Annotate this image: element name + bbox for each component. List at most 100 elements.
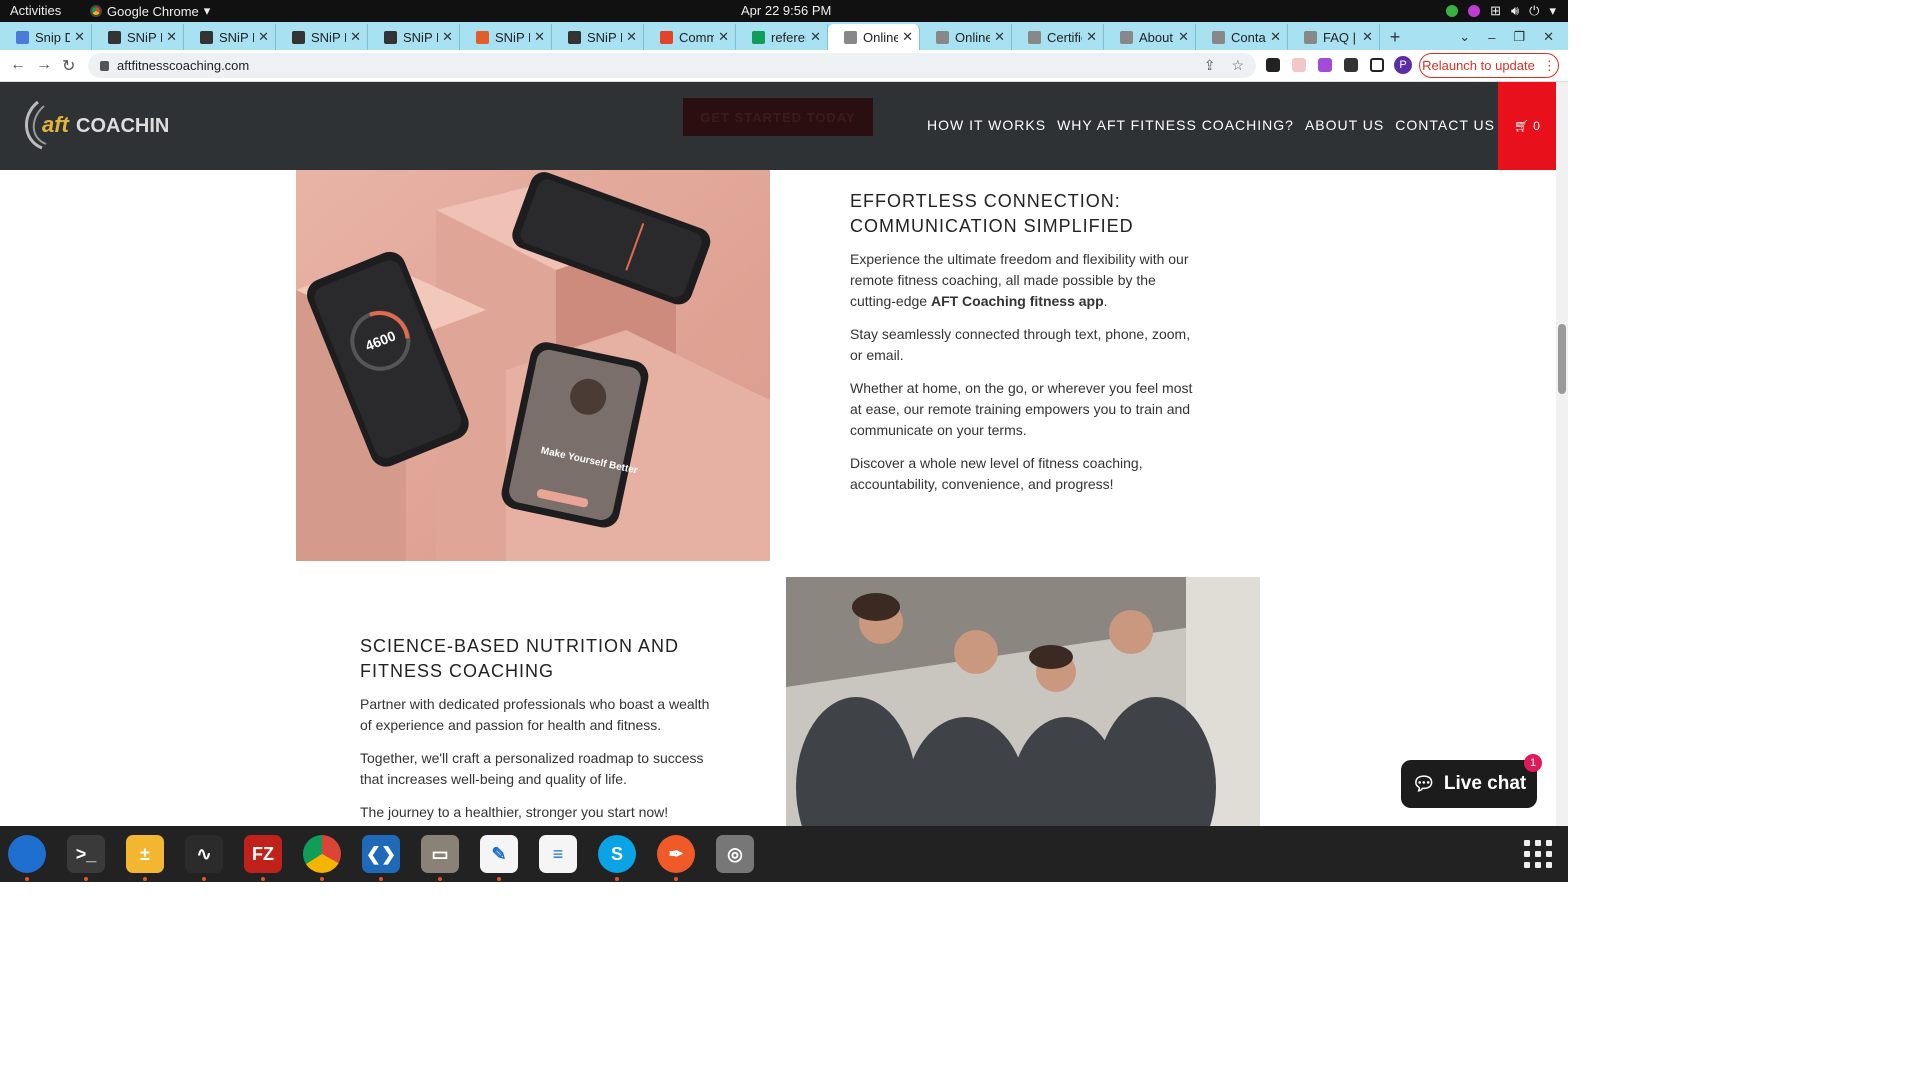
close-icon[interactable]: ✕	[1270, 29, 1281, 45]
network-icon[interactable]: ⊞	[1490, 3, 1501, 19]
back-arrow-icon[interactable]: ←	[10, 56, 26, 74]
bookmark-star-icon[interactable]: ☆	[1231, 57, 1244, 74]
live-chat-badge: 1	[1524, 754, 1542, 772]
site-header: aft COACHING GET STARTED TODAY HOW IT WO…	[0, 82, 1556, 170]
browser-tab[interactable]: SNiP N✕	[552, 24, 644, 50]
app-menu[interactable]: Google Chrome ▾	[90, 3, 210, 19]
close-icon[interactable]: ✕	[442, 29, 453, 45]
close-icon[interactable]: ✕	[1178, 29, 1189, 45]
text-editor-icon[interactable]: ✎	[480, 835, 518, 881]
close-icon[interactable]: ✕	[626, 29, 637, 45]
browser-tab[interactable]: SNiP N✕	[184, 24, 276, 50]
eyedropper-extension-icon[interactable]	[1266, 58, 1280, 72]
app-menu-label: Google Chrome	[107, 3, 199, 19]
aft-favicon	[1304, 30, 1317, 44]
clock[interactable]: Apr 22 9:56 PM	[741, 3, 831, 18]
browser-tab[interactable]: SNiP N✕	[276, 24, 368, 50]
live-chat-button[interactable]: 💬︎ Live chat	[1401, 760, 1537, 808]
tab-title: SNiP N	[311, 29, 346, 45]
browser-tab[interactable]: SNiP N✕	[368, 24, 460, 50]
system-monitor-icon[interactable]: ∿	[185, 835, 223, 881]
browser-tab[interactable]: FAQ | C✕	[1288, 24, 1380, 50]
calculator-icon[interactable]: ±	[126, 835, 164, 881]
close-icon[interactable]: ✕	[350, 29, 361, 45]
new-tab-button[interactable]: +	[1380, 24, 1410, 50]
close-icon[interactable]: ✕	[534, 29, 545, 45]
cart-count: 0	[1533, 119, 1540, 133]
site-logo[interactable]: aft COACHING	[20, 96, 185, 156]
show-applications-icon[interactable]	[1524, 840, 1552, 868]
power-icon[interactable]: ⏻	[1529, 3, 1539, 19]
tab-search-icon[interactable]: ⌄	[1459, 29, 1470, 45]
browser-tab[interactable]: Certific✕	[1012, 24, 1104, 50]
close-icon[interactable]: ✕	[994, 29, 1005, 45]
close-icon[interactable]: ✕	[1362, 29, 1373, 45]
files-icon[interactable]: ▭	[421, 835, 459, 881]
tab-strip: Snip Do✕SNiP N✕SNiP N✕SNiP N✕SNiP N✕SNiP…	[0, 22, 1568, 50]
puzzle-extensions-icon[interactable]	[1344, 58, 1358, 72]
scrollbar-thumb[interactable]	[1558, 324, 1566, 394]
browser-tab[interactable]: Online ✕	[828, 24, 920, 50]
browser-tab[interactable]: referen✕	[736, 24, 828, 50]
reload-icon[interactable]: ↻	[62, 56, 75, 76]
calendar-extension-icon[interactable]	[1292, 58, 1306, 72]
chrome-icon	[90, 5, 102, 17]
share-icon[interactable]: ⇪	[1204, 57, 1216, 74]
tab-title: SNiP N	[587, 29, 622, 45]
system-tray[interactable]: ⊞ 🔊︎ ⏻ ▾	[1446, 3, 1556, 19]
browser-tab[interactable]: Contac✕	[1196, 24, 1288, 50]
nav-link[interactable]: CONTACT US	[1395, 117, 1495, 133]
close-icon[interactable]: ✕	[258, 29, 269, 45]
extension-tray-icon[interactable]	[1468, 5, 1481, 17]
thunderbird-icon[interactable]	[8, 835, 46, 881]
pen-extension-icon[interactable]	[1318, 58, 1332, 72]
minimize-icon[interactable]: –	[1488, 30, 1495, 45]
snip-icon	[108, 30, 121, 44]
forward-arrow-icon[interactable]: →	[36, 56, 52, 74]
profile-avatar[interactable]: P	[1394, 56, 1412, 74]
volume-icon[interactable]: 🔊︎	[1511, 3, 1519, 19]
vscode-icon[interactable]: ❮❯	[362, 835, 400, 881]
writer-icon[interactable]: ≡	[539, 835, 577, 873]
chevron-down-icon[interactable]: ▾	[1549, 3, 1556, 19]
filezilla-icon[interactable]: FZ	[244, 835, 282, 881]
tab-title: Certific	[1047, 29, 1082, 45]
close-icon[interactable]: ✕	[810, 29, 821, 45]
section-paragraph: Together, we'll craft a personalized roa…	[360, 750, 704, 787]
browser-tab[interactable]: Snip Do✕	[0, 24, 92, 50]
close-icon[interactable]: ✕	[74, 29, 85, 45]
side-panel-icon[interactable]	[1370, 58, 1384, 72]
chrome-dock-icon[interactable]	[303, 835, 341, 881]
skype-icon[interactable]: S	[598, 835, 636, 881]
window-controls: ⌄ – ❐ ✕	[1459, 24, 1568, 50]
browser-tab[interactable]: Commi✕	[644, 24, 736, 50]
get-started-button[interactable]: GET STARTED TODAY	[683, 98, 873, 136]
phones-app-image: 4600 Make Yourself Better	[296, 170, 770, 561]
nav-link[interactable]: WHY AFT FITNESS COACHING?	[1057, 117, 1294, 133]
shield-check-icon[interactable]	[1446, 5, 1459, 17]
tab-title: Commi	[679, 29, 714, 45]
close-icon[interactable]: ✕	[1086, 29, 1097, 45]
close-icon[interactable]: ✕	[718, 29, 729, 45]
disk-icon[interactable]: ◎	[716, 835, 754, 873]
browser-tab[interactable]: SNiP N✕	[92, 24, 184, 50]
restore-icon[interactable]: ❐	[1513, 29, 1525, 45]
lock-icon[interactable]	[100, 60, 109, 71]
close-icon[interactable]: ✕	[902, 29, 913, 45]
relaunch-to-update-button[interactable]: Relaunch to update ⋮	[1419, 53, 1559, 78]
nav-link[interactable]: ABOUT US	[1305, 117, 1384, 133]
browser-tab[interactable]: About ✕	[1104, 24, 1196, 50]
close-icon[interactable]: ✕	[166, 29, 177, 45]
browser-tab[interactable]: SNiP N✕	[460, 24, 552, 50]
close-window-icon[interactable]: ✕	[1543, 29, 1554, 45]
nav-link[interactable]: HOW IT WORKS	[927, 117, 1046, 133]
page-scrollbar[interactable]	[1556, 82, 1568, 826]
browser-tab[interactable]: Online ✕	[920, 24, 1012, 50]
caret-down-icon: ▾	[203, 3, 211, 18]
chrome-store-icon	[476, 30, 489, 44]
activities-button[interactable]: Activities	[10, 3, 61, 18]
cart-button[interactable]: 🛒︎ 0	[1498, 82, 1556, 170]
postman-icon[interactable]: ✒︎	[657, 835, 695, 881]
address-bar[interactable]: aftfitnesscoaching.com ⇪ ☆	[88, 53, 1256, 78]
terminal-icon[interactable]: >_	[67, 835, 105, 881]
